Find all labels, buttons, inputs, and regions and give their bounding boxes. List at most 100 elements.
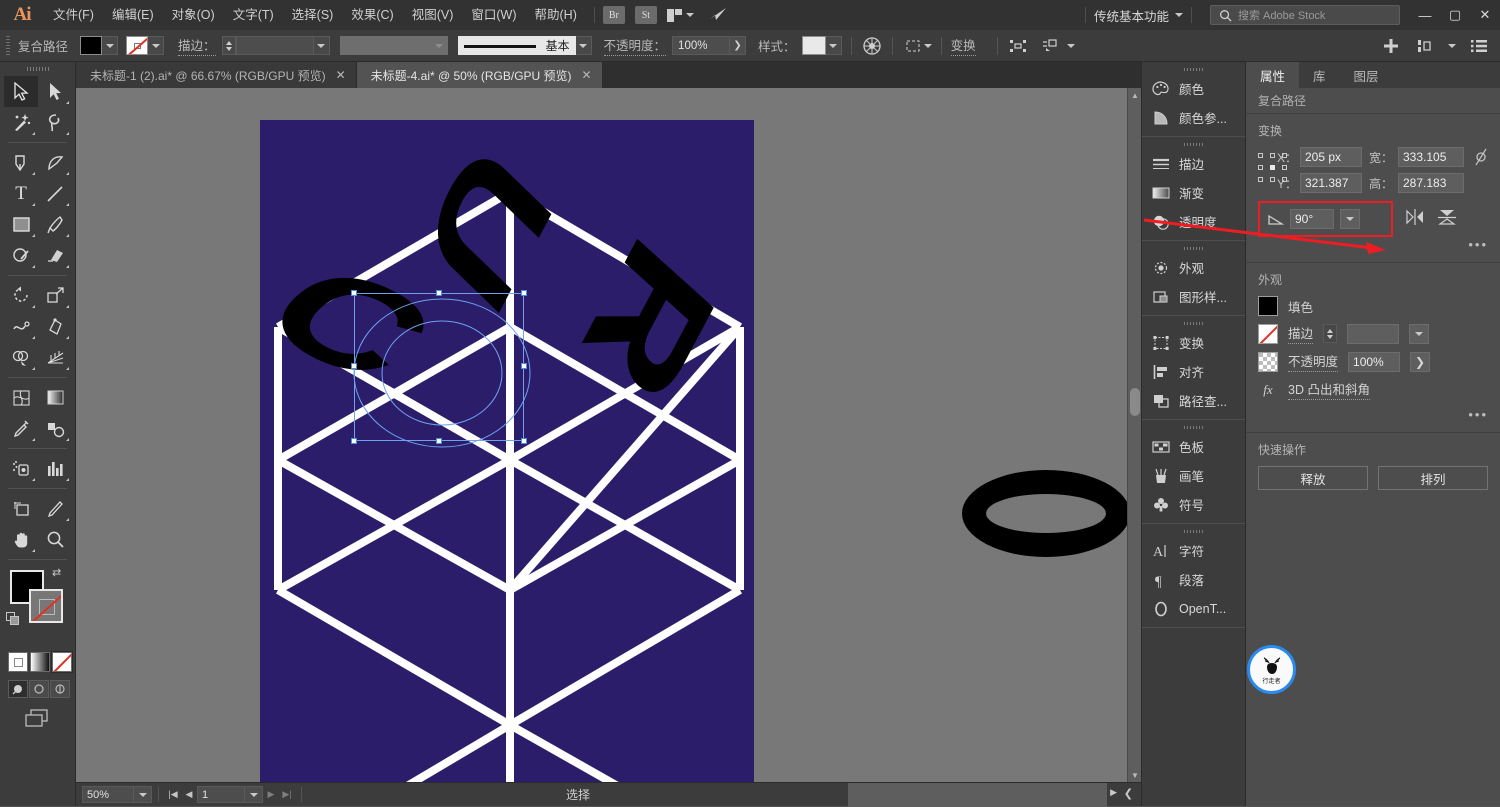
tab-properties[interactable]: 属性: [1246, 62, 1300, 88]
document-arrange-icon[interactable]: [1414, 36, 1436, 56]
change-screen-mode-button[interactable]: [0, 698, 75, 728]
fill-row[interactable]: 填色: [1258, 296, 1488, 316]
stroke-weight-stepper[interactable]: [221, 36, 236, 55]
stroke-weight-field[interactable]: [235, 36, 314, 55]
appearance-stroke-label[interactable]: 描边: [1288, 323, 1314, 344]
opacity-field[interactable]: 100%: [672, 36, 731, 55]
selection-handle-tl[interactable]: [351, 290, 357, 296]
appearance-stroke-stepper[interactable]: [1323, 324, 1338, 343]
menu-view[interactable]: 视图(V): [403, 0, 463, 30]
selection-handle-bc[interactable]: [436, 438, 442, 444]
dock-group-swatches-grip[interactable]: [1142, 422, 1245, 432]
arrange-documents-icon[interactable]: [666, 8, 682, 22]
selection-tool[interactable]: [4, 76, 38, 107]
selection-handle-tr[interactable]: [521, 290, 527, 296]
window-close-button[interactable]: ✕: [1470, 0, 1500, 30]
type-tool[interactable]: T: [4, 178, 38, 209]
x-field[interactable]: 205 px: [1300, 147, 1362, 167]
stroke-chevron-down-icon[interactable]: [148, 36, 165, 55]
y-field[interactable]: 321.387: [1300, 173, 1362, 193]
rotation-angle-control[interactable]: 90°: [1258, 201, 1393, 237]
free-transform-tool[interactable]: [38, 311, 72, 342]
direct-selection-tool[interactable]: [38, 76, 72, 107]
dock-align[interactable]: 对齐: [1142, 357, 1245, 386]
dock-group-color-grip[interactable]: [1142, 64, 1245, 74]
fill-color-control[interactable]: [80, 36, 119, 55]
default-fill-stroke-icon[interactable]: [6, 612, 20, 626]
slice-tool[interactable]: [38, 493, 72, 524]
paintbrush-tool[interactable]: [38, 209, 72, 240]
dock-transparency[interactable]: 透明度: [1142, 207, 1245, 236]
dock-group-stroke-grip[interactable]: [1142, 139, 1245, 149]
width-field[interactable]: 333.105: [1398, 147, 1464, 167]
column-graph-tool[interactable]: [38, 453, 72, 484]
status-resize-icon[interactable]: ❮: [1124, 787, 1133, 800]
stroke-color-control[interactable]: [126, 36, 165, 55]
document-tab-2[interactable]: 未标题-4.ai* @ 50% (RGB/GPU 预览) ✕: [356, 62, 603, 88]
document-tab-2-close-icon[interactable]: ✕: [582, 68, 592, 82]
selection-handle-ml[interactable]: [351, 363, 357, 369]
magic-wand-tool[interactable]: [4, 107, 38, 138]
rectangle-tool[interactable]: [4, 209, 38, 240]
menu-select[interactable]: 选择(S): [283, 0, 343, 30]
menu-effect[interactable]: 效果(C): [342, 0, 402, 30]
stock-search-field[interactable]: 搜索 Adobe Stock: [1210, 5, 1400, 25]
gradient-button[interactable]: [30, 652, 50, 672]
appearance-stroke-chevron-down-icon[interactable]: [1409, 323, 1430, 344]
stroke-row[interactable]: 描边: [1258, 323, 1488, 344]
dock-group-appearance-grip[interactable]: [1142, 243, 1245, 253]
menu-edit[interactable]: 编辑(E): [103, 0, 163, 30]
appearance-stroke-weight-field[interactable]: [1347, 323, 1400, 344]
shape-builder-tool[interactable]: [4, 342, 38, 373]
draw-inside-button[interactable]: [50, 680, 70, 698]
stroke-profile-chevron-down-icon[interactable]: [431, 36, 448, 55]
opacity-expand-icon[interactable]: ❯: [730, 36, 747, 55]
line-segment-tool[interactable]: [38, 178, 72, 209]
stroke-weight-label[interactable]: 描边：: [178, 35, 216, 56]
flip-horizontal-button[interactable]: [1405, 208, 1425, 229]
status-expand-icon[interactable]: ▶: [1110, 787, 1117, 798]
stroke-profile-field[interactable]: [339, 36, 432, 55]
perspective-grid-tool[interactable]: [38, 342, 72, 373]
eraser-tool[interactable]: [38, 240, 72, 271]
canvas-area[interactable]: C U R ▲ ▼: [76, 88, 1141, 782]
brush-definition-preview[interactable]: 基本: [457, 36, 576, 55]
stock-icon[interactable]: St: [634, 6, 657, 24]
opacity-label[interactable]: 不透明度：: [603, 35, 667, 56]
dock-swatches[interactable]: 色板: [1142, 432, 1245, 461]
menu-window[interactable]: 窗口(W): [462, 0, 525, 30]
isolate-chevron-down-icon[interactable]: [1066, 43, 1075, 48]
appearance-stroke-swatch[interactable]: [1258, 323, 1278, 344]
document-tab-1-close-icon[interactable]: ✕: [336, 68, 346, 82]
zoom-tool[interactable]: [38, 524, 72, 555]
blend-tool[interactable]: [38, 413, 72, 444]
gradient-tool[interactable]: [38, 382, 72, 413]
zoom-chevron-down-icon[interactable]: [134, 786, 152, 803]
appearance-more-options[interactable]: •••: [1258, 407, 1488, 422]
fill-swatch[interactable]: [80, 36, 103, 55]
align-icon[interactable]: [1007, 36, 1029, 56]
rotate-tool[interactable]: [4, 280, 38, 311]
effect-row[interactable]: fx 3D 凸出和斜角: [1258, 379, 1488, 400]
menu-file[interactable]: 文件(F): [44, 0, 103, 30]
stroke-swatch-none[interactable]: [126, 36, 149, 55]
panel-menu-icon[interactable]: [1468, 36, 1490, 56]
dock-symbols[interactable]: 符号: [1142, 490, 1245, 519]
release-button[interactable]: 释放: [1258, 466, 1368, 490]
workspace-name[interactable]: 传统基本功能: [1094, 6, 1175, 25]
arrange-chevron-down-icon[interactable]: [685, 13, 694, 17]
scroll-down-icon[interactable]: ▼: [1128, 768, 1141, 782]
appearance-opacity-swatch[interactable]: [1258, 351, 1278, 372]
dock-group-transform-grip[interactable]: [1142, 318, 1245, 328]
zoom-level-field[interactable]: 50%: [82, 786, 134, 803]
first-artboard-button[interactable]: |◀: [165, 786, 181, 803]
dock-group-type-grip[interactable]: [1142, 526, 1245, 536]
window-maximize-button[interactable]: ▢: [1440, 0, 1470, 30]
dock-pathfinder[interactable]: 路径查...: [1142, 386, 1245, 415]
window-minimize-button[interactable]: —: [1410, 0, 1440, 30]
sync-icon[interactable]: [708, 6, 728, 25]
canvas-vertical-scrollbar[interactable]: ▲ ▼: [1127, 88, 1141, 782]
height-field[interactable]: 287.183: [1398, 173, 1464, 193]
transform-more-options[interactable]: •••: [1258, 237, 1488, 252]
dock-gradient[interactable]: 渐变: [1142, 178, 1245, 207]
